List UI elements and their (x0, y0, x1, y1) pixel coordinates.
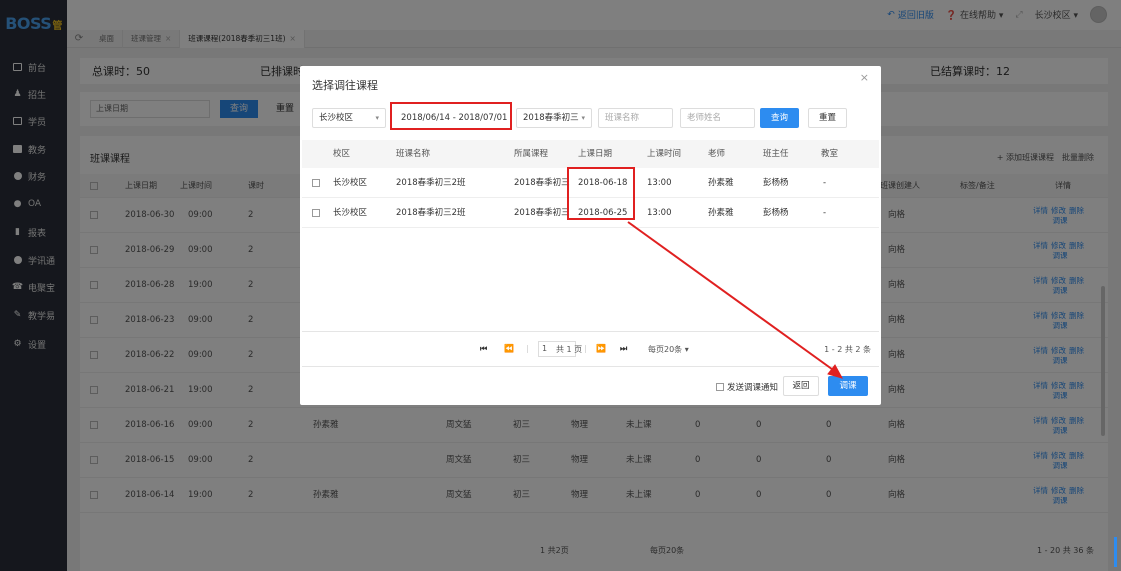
row-checkbox[interactable] (312, 179, 320, 187)
cell-head-teacher: 彭杨杨 (763, 178, 789, 188)
checkbox-box[interactable] (716, 383, 724, 391)
header-class: 班课名称 (396, 149, 431, 159)
dialog-title: 选择调往课程 (312, 79, 378, 92)
next-page-icon[interactable]: ⏩ (596, 344, 606, 353)
back-button[interactable]: 返回 (783, 376, 819, 396)
first-page-icon[interactable]: ⏮ (480, 344, 487, 354)
cell-campus: 长沙校区 (333, 178, 368, 188)
close-icon[interactable]: × (860, 71, 869, 84)
row-checkbox[interactable] (312, 209, 320, 217)
cell-teacher: 孙素雅 (708, 208, 734, 218)
campus-value: 长沙校区 (319, 113, 354, 123)
teacher-name-input[interactable]: 老师姓名 (680, 108, 755, 128)
chevron-down-icon: ▾ (684, 345, 689, 354)
course-select[interactable]: 2018春季初三 ▾ (516, 108, 592, 128)
header-time: 上课时间 (647, 149, 682, 159)
chevron-down-icon: ▾ (581, 114, 585, 122)
total-pages: 共 1 页 (556, 345, 583, 354)
cell-course: 2018春季初三 (514, 208, 570, 218)
header-room: 教室 (821, 149, 839, 159)
header-head-teacher: 班主任 (763, 149, 789, 159)
header-teacher: 老师 (708, 149, 726, 159)
cell-teacher: 孙素雅 (708, 178, 734, 188)
header-campus: 校区 (333, 149, 351, 159)
adjust-course-button[interactable]: 调课 (828, 376, 868, 396)
dialog-pager: ⏮ ⏪ | 1 共 1 页 | ⏩ ⏭ 每页20条 ▾ 1 - 2 共 2 条 (302, 331, 879, 367)
notify-label: 发送调课通知 (727, 383, 779, 393)
header-course: 所属课程 (514, 149, 549, 159)
cell-course: 2018春季初三 (514, 178, 570, 188)
date-range-highlight (390, 102, 512, 130)
per-page-value: 每页20条 (648, 345, 683, 354)
cell-class: 2018春季初三2班 (396, 208, 466, 218)
cell-campus: 长沙校区 (333, 208, 368, 218)
last-page-icon[interactable]: ⏭ (620, 344, 627, 354)
select-target-course-dialog: 选择调往课程 × 长沙校区 ▾ 2018/06/14 - 2018/07/01 2… (300, 66, 881, 405)
cell-time: 13:00 (647, 208, 672, 218)
corner-indicator (1114, 537, 1117, 567)
page-number: 1 (542, 344, 548, 353)
class-name-input[interactable]: 班课名称 (598, 108, 673, 128)
dialog-table-header: 校区 班课名称 所属课程 上课日期 上课时间 老师 班主任 教室 (302, 140, 879, 168)
cell-head-teacher: 彭杨杨 (763, 208, 789, 218)
reset-button[interactable]: 重置 (808, 108, 847, 128)
query-button[interactable]: 查询 (760, 108, 799, 128)
cell-room: - (823, 178, 827, 188)
cell-time: 13:00 (647, 178, 672, 188)
per-page-select[interactable]: 每页20条 ▾ (648, 344, 689, 355)
cell-room: - (823, 208, 827, 218)
cell-class: 2018春季初三2班 (396, 178, 466, 188)
campus-select[interactable]: 长沙校区 ▾ (312, 108, 386, 128)
chevron-down-icon: ▾ (375, 114, 379, 122)
pager-divider: | (584, 344, 587, 353)
header-date: 上课日期 (578, 149, 613, 159)
send-notification-checkbox[interactable]: 发送调课通知 (716, 381, 778, 393)
course-value: 2018春季初三 (523, 113, 579, 123)
pager-divider: | (526, 344, 529, 353)
pager-summary: 1 - 2 共 2 条 (824, 345, 871, 354)
prev-page-icon[interactable]: ⏪ (504, 344, 514, 353)
dates-highlight (567, 167, 635, 220)
